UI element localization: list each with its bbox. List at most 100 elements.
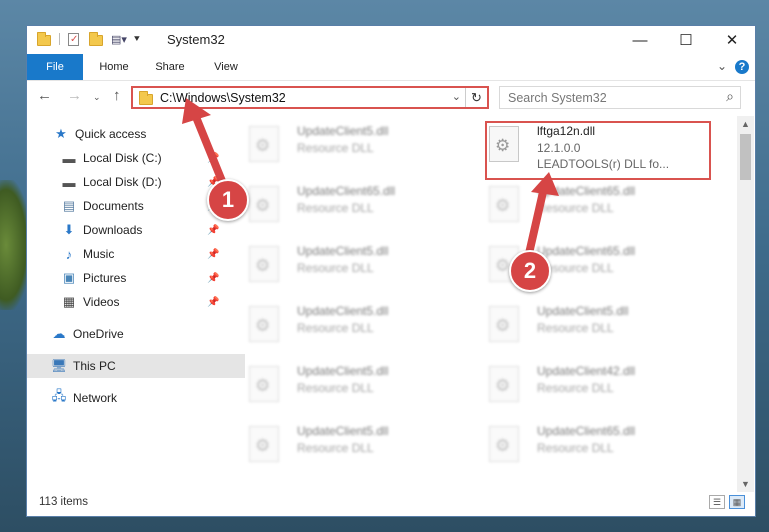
dll-file-icon: ⚙	[489, 186, 519, 222]
file-item[interactable]: ⚙ UpdateClient5.dll Resource DLL	[231, 238, 456, 296]
dll-file-icon: ⚙	[249, 246, 279, 282]
file-explorer-window: ✓ ▤▾ ⯆ System32 — ☐ ✕ File Home Share Vi…	[26, 25, 756, 517]
pin-icon[interactable]: 📌	[207, 273, 219, 284]
tab-share[interactable]: Share	[145, 54, 195, 80]
sidebar-item-onedrive[interactable]: ☁ OneDrive	[27, 322, 245, 346]
file-item[interactable]: ⚙ UpdateClient65.dll Resource DLL	[471, 238, 696, 296]
highlight-box	[485, 121, 711, 180]
file-item[interactable]: ⚙ UpdateClient5.dll Resource DLL	[231, 298, 456, 356]
recent-locations-icon[interactable]: ⌄	[93, 92, 101, 103]
search-icon[interactable]: ⌕	[726, 88, 734, 105]
search-placeholder: Search System32	[508, 91, 607, 105]
tab-home[interactable]: Home	[89, 54, 139, 80]
file-item[interactable]: ⚙ UpdateClient65.dll Resource DLL	[471, 178, 696, 236]
sidebar-item-label: Network	[73, 391, 118, 405]
tab-view[interactable]: View	[201, 54, 251, 80]
gear-icon: ⚙	[495, 256, 511, 275]
gear-icon: ⚙	[255, 436, 271, 455]
close-button[interactable]: ✕	[709, 26, 755, 54]
sidebar-item-pictures[interactable]: ▣ Pictures 📌	[27, 266, 255, 290]
forward-arrow-icon[interactable]: →	[67, 87, 82, 104]
network-icon: 🖧	[51, 388, 67, 403]
expand-ribbon-icon[interactable]: ⌄	[717, 59, 727, 73]
step-2-badge: 2	[509, 250, 551, 292]
help-icon[interactable]: ?	[735, 60, 749, 74]
gear-icon: ⚙	[255, 376, 271, 395]
sidebar-item-videos[interactable]: ▦ Videos 📌	[27, 290, 255, 314]
music-icon: ♪	[65, 246, 73, 262]
scroll-down-icon[interactable]: ▼	[741, 479, 750, 489]
view-options-icon[interactable]: ▤▾	[111, 33, 127, 46]
sidebar-item-this-pc[interactable]: 🖥 This PC	[27, 354, 245, 378]
properties-icon[interactable]: ✓	[68, 32, 79, 46]
chevron-down-icon[interactable]: ⌄	[452, 90, 461, 103]
file-type: Resource DLL	[297, 201, 374, 215]
sidebar-item-local-disk-c[interactable]: ▬ Local Disk (C:) 📌	[27, 146, 255, 170]
minimize-button[interactable]: —	[617, 26, 663, 54]
scroll-up-icon[interactable]: ▲	[741, 119, 750, 129]
file-type: Resource DLL	[297, 441, 374, 455]
gear-icon: ⚙	[495, 196, 511, 215]
file-name: UpdateClient65.dll	[537, 184, 636, 198]
scrollbar-thumb[interactable]	[740, 134, 751, 180]
ribbon-tabs: File Home Share View ⌄ ?	[27, 54, 755, 81]
file-type: Resource DLL	[297, 321, 374, 335]
file-item[interactable]: ⚙ UpdateClient65.dll Resource DLL	[471, 418, 696, 476]
vertical-scrollbar[interactable]: ▲ ▼	[737, 116, 754, 492]
file-item[interactable]: ⚙ UpdateClient42.dll Resource DLL	[471, 358, 696, 416]
large-icons-view-icon[interactable]: ▦	[729, 495, 745, 509]
dll-file-icon: ⚙	[249, 126, 279, 162]
maximize-button[interactable]: ☐	[663, 26, 709, 54]
up-arrow-icon[interactable]: ↑	[113, 87, 121, 104]
title-bar: ✓ ▤▾ ⯆ System32 — ☐ ✕	[27, 26, 755, 54]
star-icon: ★	[55, 126, 67, 141]
sidebar-item-downloads[interactable]: ⬇ Downloads 📌	[27, 218, 255, 242]
file-item[interactable]: ⚙ UpdateClient5.dll Resource DLL	[471, 298, 696, 356]
search-input[interactable]: Search System32 ⌕	[499, 86, 741, 109]
pin-icon[interactable]: 📌	[207, 297, 219, 308]
dll-file-icon: ⚙	[249, 306, 279, 342]
sidebar-item-music[interactable]: ♪ Music 📌	[27, 242, 255, 266]
file-type: Resource DLL	[537, 381, 614, 395]
pin-icon[interactable]: 📌	[207, 225, 219, 236]
window-title: System32	[167, 32, 225, 47]
sidebar-item-quick-access[interactable]: ★ Quick access	[27, 122, 247, 146]
sidebar-item-label: Music	[83, 247, 115, 261]
file-name: UpdateClient42.dll	[537, 364, 636, 378]
file-name: UpdateClient5.dll	[297, 304, 389, 318]
gear-icon: ⚙	[495, 316, 511, 335]
tab-file[interactable]: File	[27, 54, 83, 80]
sidebar-item-label: Local Disk (C:)	[83, 151, 162, 165]
file-item[interactable]: ⚙ UpdateClient5.dll Resource DLL	[231, 358, 456, 416]
address-row: ← → ⌄ ↑ C:\Windows\System32 ⌄ ↻ Search S…	[27, 81, 755, 113]
file-name: UpdateClient65.dll	[537, 424, 636, 438]
customize-toolbar-icon[interactable]: ⯆	[133, 34, 141, 45]
file-type: Resource DLL	[537, 201, 614, 215]
sidebar-item-network[interactable]: 🖧 Network	[27, 386, 245, 410]
new-folder-icon[interactable]	[89, 32, 103, 46]
sidebar-item-label: Quick access	[75, 127, 147, 141]
sidebar-item-label: OneDrive	[73, 327, 124, 341]
status-bar: 113 items ☰ ▦	[27, 490, 755, 516]
gear-icon: ⚙	[255, 316, 271, 335]
file-name: UpdateClient5.dll	[297, 364, 389, 378]
file-item[interactable]: ⚙ UpdateClient5.dll Resource DLL	[231, 118, 456, 176]
quick-access-toolbar: ✓ ▤▾ ⯆	[37, 32, 141, 46]
address-bar[interactable]: C:\Windows\System32 ⌄ ↻	[131, 86, 489, 109]
folder-icon	[37, 32, 51, 46]
document-icon: ▤	[62, 198, 76, 213]
back-arrow-icon[interactable]: ←	[37, 87, 52, 104]
sidebar-item-label: Local Disk (D:)	[83, 175, 162, 189]
file-item[interactable]: ⚙ UpdateClient65.dll Resource DLL	[231, 178, 456, 236]
file-item[interactable]: ⚙ UpdateClient5.dll Resource DLL	[231, 418, 456, 476]
file-name: UpdateClient65.dll	[297, 184, 396, 198]
file-name: UpdateClient5.dll	[297, 244, 389, 258]
refresh-icon[interactable]: ↻	[465, 88, 487, 107]
details-view-icon[interactable]: ☰	[709, 495, 725, 509]
file-type: Resource DLL	[537, 321, 614, 335]
pin-icon[interactable]: 📌	[207, 249, 219, 260]
address-path[interactable]: C:\Windows\System32	[160, 91, 286, 105]
gear-icon: ⚙	[255, 136, 271, 155]
download-icon: ⬇	[63, 222, 75, 237]
pin-icon[interactable]: 📌	[207, 153, 219, 164]
